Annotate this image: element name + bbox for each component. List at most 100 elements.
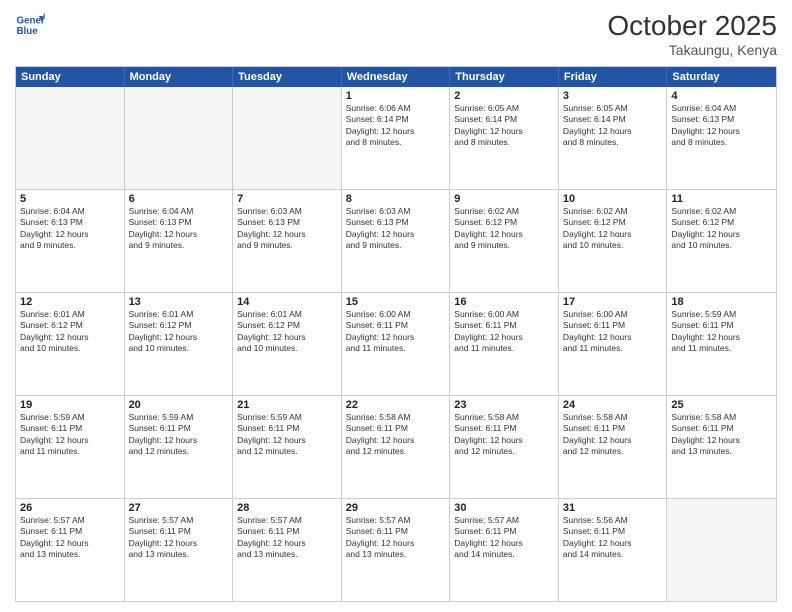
day-number: 6	[129, 193, 229, 205]
cell-info: Sunrise: 5:58 AM Sunset: 6:11 PM Dayligh…	[671, 412, 772, 458]
cell-info: Sunrise: 6:05 AM Sunset: 6:14 PM Dayligh…	[563, 103, 663, 149]
weekday-header: Monday	[125, 67, 234, 87]
cell-info: Sunrise: 6:00 AM Sunset: 6:11 PM Dayligh…	[563, 309, 663, 355]
day-number: 20	[129, 399, 229, 411]
day-number: 7	[237, 193, 337, 205]
cell-info: Sunrise: 6:03 AM Sunset: 6:13 PM Dayligh…	[237, 206, 337, 252]
weekday-header: Sunday	[16, 67, 125, 87]
cell-info: Sunrise: 6:03 AM Sunset: 6:13 PM Dayligh…	[346, 206, 446, 252]
cell-info: Sunrise: 5:57 AM Sunset: 6:11 PM Dayligh…	[237, 515, 337, 561]
calendar-row: 26Sunrise: 5:57 AM Sunset: 6:11 PM Dayli…	[16, 499, 776, 601]
cell-info: Sunrise: 5:59 AM Sunset: 6:11 PM Dayligh…	[129, 412, 229, 458]
calendar-cell: 22Sunrise: 5:58 AM Sunset: 6:11 PM Dayli…	[342, 396, 451, 498]
calendar-cell	[233, 87, 342, 189]
day-number: 25	[671, 399, 772, 411]
cell-info: Sunrise: 5:59 AM Sunset: 6:11 PM Dayligh…	[20, 412, 120, 458]
header: General Blue October 2025 Takaungu, Keny…	[15, 10, 777, 58]
day-number: 11	[671, 193, 772, 205]
calendar-row: 1Sunrise: 6:06 AM Sunset: 6:14 PM Daylig…	[16, 87, 776, 190]
cell-info: Sunrise: 6:06 AM Sunset: 6:14 PM Dayligh…	[346, 103, 446, 149]
calendar-cell	[16, 87, 125, 189]
cell-info: Sunrise: 6:01 AM Sunset: 6:12 PM Dayligh…	[129, 309, 229, 355]
day-number: 12	[20, 296, 120, 308]
weekday-header: Thursday	[450, 67, 559, 87]
calendar-cell: 3Sunrise: 6:05 AM Sunset: 6:14 PM Daylig…	[559, 87, 668, 189]
day-number: 19	[20, 399, 120, 411]
calendar-cell: 29Sunrise: 5:57 AM Sunset: 6:11 PM Dayli…	[342, 499, 451, 601]
logo: General Blue	[15, 10, 45, 40]
calendar-cell: 18Sunrise: 5:59 AM Sunset: 6:11 PM Dayli…	[667, 293, 776, 395]
day-number: 21	[237, 399, 337, 411]
calendar-cell: 12Sunrise: 6:01 AM Sunset: 6:12 PM Dayli…	[16, 293, 125, 395]
day-number: 17	[563, 296, 663, 308]
location: Takaungu, Kenya	[607, 42, 777, 58]
calendar-cell: 27Sunrise: 5:57 AM Sunset: 6:11 PM Dayli…	[125, 499, 234, 601]
calendar-page: General Blue October 2025 Takaungu, Keny…	[0, 0, 792, 612]
calendar-cell: 4Sunrise: 6:04 AM Sunset: 6:13 PM Daylig…	[667, 87, 776, 189]
logo-icon: General Blue	[15, 10, 45, 40]
cell-info: Sunrise: 5:57 AM Sunset: 6:11 PM Dayligh…	[454, 515, 554, 561]
day-number: 28	[237, 502, 337, 514]
day-number: 24	[563, 399, 663, 411]
calendar-row: 5Sunrise: 6:04 AM Sunset: 6:13 PM Daylig…	[16, 190, 776, 293]
calendar-cell: 14Sunrise: 6:01 AM Sunset: 6:12 PM Dayli…	[233, 293, 342, 395]
cell-info: Sunrise: 6:02 AM Sunset: 6:12 PM Dayligh…	[563, 206, 663, 252]
month-title: October 2025	[607, 10, 777, 42]
title-block: October 2025 Takaungu, Kenya	[607, 10, 777, 58]
day-number: 4	[671, 90, 772, 102]
calendar-header: SundayMondayTuesdayWednesdayThursdayFrid…	[16, 67, 776, 87]
calendar-cell: 10Sunrise: 6:02 AM Sunset: 6:12 PM Dayli…	[559, 190, 668, 292]
day-number: 27	[129, 502, 229, 514]
day-number: 23	[454, 399, 554, 411]
cell-info: Sunrise: 6:02 AM Sunset: 6:12 PM Dayligh…	[454, 206, 554, 252]
cell-info: Sunrise: 6:04 AM Sunset: 6:13 PM Dayligh…	[129, 206, 229, 252]
svg-text:Blue: Blue	[17, 26, 39, 37]
calendar-row: 12Sunrise: 6:01 AM Sunset: 6:12 PM Dayli…	[16, 293, 776, 396]
day-number: 8	[346, 193, 446, 205]
calendar-cell: 25Sunrise: 5:58 AM Sunset: 6:11 PM Dayli…	[667, 396, 776, 498]
day-number: 10	[563, 193, 663, 205]
cell-info: Sunrise: 5:59 AM Sunset: 6:11 PM Dayligh…	[671, 309, 772, 355]
calendar-cell: 24Sunrise: 5:58 AM Sunset: 6:11 PM Dayli…	[559, 396, 668, 498]
day-number: 16	[454, 296, 554, 308]
cell-info: Sunrise: 5:58 AM Sunset: 6:11 PM Dayligh…	[454, 412, 554, 458]
calendar-body: 1Sunrise: 6:06 AM Sunset: 6:14 PM Daylig…	[16, 87, 776, 601]
day-number: 3	[563, 90, 663, 102]
day-number: 13	[129, 296, 229, 308]
day-number: 9	[454, 193, 554, 205]
calendar-cell: 2Sunrise: 6:05 AM Sunset: 6:14 PM Daylig…	[450, 87, 559, 189]
calendar-cell: 28Sunrise: 5:57 AM Sunset: 6:11 PM Dayli…	[233, 499, 342, 601]
cell-info: Sunrise: 5:57 AM Sunset: 6:11 PM Dayligh…	[346, 515, 446, 561]
calendar-cell: 26Sunrise: 5:57 AM Sunset: 6:11 PM Dayli…	[16, 499, 125, 601]
cell-info: Sunrise: 6:04 AM Sunset: 6:13 PM Dayligh…	[671, 103, 772, 149]
day-number: 29	[346, 502, 446, 514]
cell-info: Sunrise: 5:58 AM Sunset: 6:11 PM Dayligh…	[563, 412, 663, 458]
cell-info: Sunrise: 6:02 AM Sunset: 6:12 PM Dayligh…	[671, 206, 772, 252]
cell-info: Sunrise: 6:01 AM Sunset: 6:12 PM Dayligh…	[20, 309, 120, 355]
calendar-cell: 5Sunrise: 6:04 AM Sunset: 6:13 PM Daylig…	[16, 190, 125, 292]
cell-info: Sunrise: 6:00 AM Sunset: 6:11 PM Dayligh…	[454, 309, 554, 355]
day-number: 15	[346, 296, 446, 308]
calendar-cell: 16Sunrise: 6:00 AM Sunset: 6:11 PM Dayli…	[450, 293, 559, 395]
calendar-cell: 13Sunrise: 6:01 AM Sunset: 6:12 PM Dayli…	[125, 293, 234, 395]
day-number: 26	[20, 502, 120, 514]
cell-info: Sunrise: 5:58 AM Sunset: 6:11 PM Dayligh…	[346, 412, 446, 458]
calendar-cell: 20Sunrise: 5:59 AM Sunset: 6:11 PM Dayli…	[125, 396, 234, 498]
calendar-cell: 21Sunrise: 5:59 AM Sunset: 6:11 PM Dayli…	[233, 396, 342, 498]
weekday-header: Friday	[559, 67, 668, 87]
cell-info: Sunrise: 6:05 AM Sunset: 6:14 PM Dayligh…	[454, 103, 554, 149]
calendar-cell	[125, 87, 234, 189]
calendar-row: 19Sunrise: 5:59 AM Sunset: 6:11 PM Dayli…	[16, 396, 776, 499]
calendar-cell: 31Sunrise: 5:56 AM Sunset: 6:11 PM Dayli…	[559, 499, 668, 601]
cell-info: Sunrise: 5:56 AM Sunset: 6:11 PM Dayligh…	[563, 515, 663, 561]
day-number: 14	[237, 296, 337, 308]
calendar-cell: 8Sunrise: 6:03 AM Sunset: 6:13 PM Daylig…	[342, 190, 451, 292]
day-number: 30	[454, 502, 554, 514]
weekday-header: Tuesday	[233, 67, 342, 87]
calendar-cell: 1Sunrise: 6:06 AM Sunset: 6:14 PM Daylig…	[342, 87, 451, 189]
cell-info: Sunrise: 6:00 AM Sunset: 6:11 PM Dayligh…	[346, 309, 446, 355]
day-number: 18	[671, 296, 772, 308]
cell-info: Sunrise: 6:01 AM Sunset: 6:12 PM Dayligh…	[237, 309, 337, 355]
cell-info: Sunrise: 5:57 AM Sunset: 6:11 PM Dayligh…	[20, 515, 120, 561]
day-number: 1	[346, 90, 446, 102]
